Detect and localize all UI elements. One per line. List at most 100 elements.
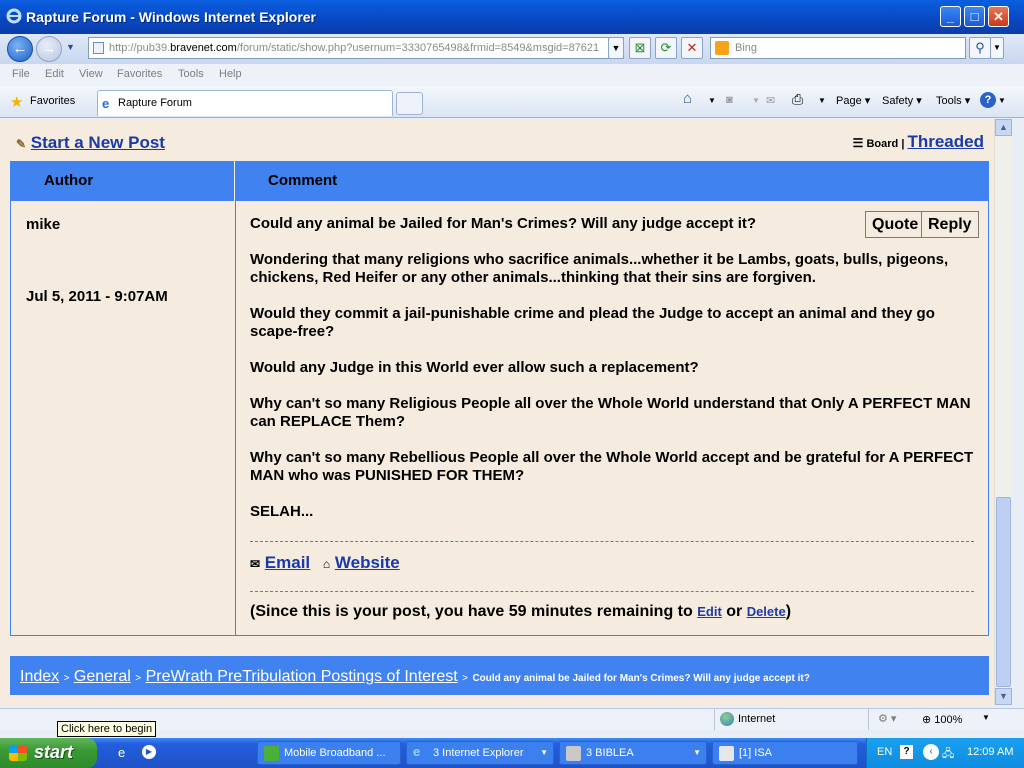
- close-button[interactable]: ✕: [988, 6, 1009, 27]
- page-icon: [93, 42, 104, 54]
- forward-button[interactable]: →: [36, 36, 62, 62]
- breadcrumb-separator: >: [63, 673, 70, 684]
- stop-icon[interactable]: ✕: [681, 37, 703, 59]
- menu-tools[interactable]: Tools: [178, 68, 204, 80]
- taskbar: start e ▶ Mobile Broadband ... e 3 Inter…: [0, 738, 1024, 768]
- header-divider: [234, 161, 235, 201]
- vertical-scrollbar[interactable]: ▲ ▼: [994, 119, 1012, 705]
- breadcrumb-general[interactable]: General: [74, 668, 131, 685]
- start-tooltip: Click here to begin: [57, 721, 157, 737]
- address-bar[interactable]: http://pub39.bravenet.com/forum/static/s…: [88, 37, 624, 59]
- search-placeholder: Bing: [735, 42, 758, 54]
- website-link[interactable]: Website: [335, 553, 400, 572]
- tools-menu[interactable]: Tools ▾: [936, 94, 970, 107]
- breadcrumb-topic: Could any animal be Jailed for Man's Cri…: [472, 673, 810, 684]
- feeds-icon[interactable]: ◙: [726, 94, 733, 106]
- recent-pages-dropdown-icon[interactable]: ▼: [66, 42, 75, 52]
- task-mobile-broadband[interactable]: Mobile Broadband ...: [257, 741, 401, 765]
- page-menu[interactable]: Page ▾: [836, 94, 870, 107]
- zoom-control[interactable]: ⊕ 100%: [922, 713, 962, 726]
- bing-icon: [715, 41, 729, 55]
- menu-view[interactable]: View: [79, 68, 103, 80]
- post-table-header: Author Comment: [10, 161, 989, 201]
- breadcrumb-separator: >: [462, 673, 468, 684]
- menu-favorites[interactable]: Favorites: [117, 68, 162, 80]
- back-button[interactable]: ←: [7, 36, 33, 62]
- security-zone: Internet: [738, 713, 776, 725]
- reply-button[interactable]: Reply: [921, 211, 979, 238]
- quick-launch-ie-icon[interactable]: e: [118, 745, 125, 760]
- protected-mode-icon[interactable]: ⚙ ▾: [878, 712, 896, 725]
- feeds-dropdown-icon[interactable]: ▼: [752, 96, 760, 105]
- task-biblea[interactable]: 3 BIBLEA ▼: [559, 741, 707, 765]
- system-tray: EN ? ‹ 🖧 12:09 AM: [866, 738, 1024, 768]
- language-help-icon[interactable]: ?: [900, 745, 913, 759]
- scroll-up-icon[interactable]: ▲: [995, 119, 1012, 136]
- post-paragraph: Why can't so many Religious People all o…: [250, 395, 971, 430]
- menu-help[interactable]: Help: [219, 68, 242, 80]
- broadband-icon: [264, 746, 279, 761]
- task-label: 3 BIBLEA: [586, 747, 634, 759]
- delete-link[interactable]: Delete: [747, 604, 786, 619]
- refresh-icon[interactable]: ⟳: [655, 37, 677, 59]
- post-author: mike: [26, 216, 61, 233]
- help-dropdown-icon[interactable]: ▼: [998, 96, 1006, 105]
- print-dropdown-icon[interactable]: ▼: [818, 96, 826, 105]
- minimize-button[interactable]: _: [940, 6, 961, 27]
- ie-task-icon: e: [413, 744, 421, 759]
- search-box[interactable]: Bing: [710, 37, 966, 59]
- breadcrumb-section[interactable]: PreWrath PreTribulation Postings of Inte…: [146, 668, 458, 685]
- edit-link[interactable]: Edit: [697, 604, 722, 619]
- address-dropdown-icon[interactable]: ▼: [608, 37, 624, 59]
- favorites-button[interactable]: Favorites: [30, 95, 75, 107]
- show-hidden-icons-icon[interactable]: ‹: [923, 744, 939, 760]
- scroll-thumb[interactable]: [996, 497, 1011, 687]
- compatibility-view-icon[interactable]: ⊠: [629, 37, 651, 59]
- new-tab-button[interactable]: [396, 92, 423, 115]
- search-options-icon[interactable]: ▼: [990, 37, 1004, 59]
- quick-launch-media-icon[interactable]: ▶: [142, 745, 156, 759]
- email-icon: ✉: [250, 557, 261, 571]
- email-link[interactable]: Email: [265, 553, 310, 572]
- quote-button[interactable]: Quote: [865, 211, 926, 238]
- task-label: Mobile Broadband ...: [284, 747, 386, 759]
- maximize-button[interactable]: □: [964, 6, 985, 27]
- print-icon[interactable]: ⎙: [792, 91, 803, 108]
- new-post-icon: ✎: [16, 137, 27, 151]
- page-menu-label: Page: [836, 95, 862, 107]
- menu-file[interactable]: File: [12, 68, 30, 80]
- start-button[interactable]: start: [0, 738, 97, 768]
- board-view-icon: ☰: [852, 136, 864, 150]
- breadcrumb: Index > General > PreWrath PreTribulatio…: [10, 656, 989, 695]
- breadcrumb-separator: >: [135, 673, 142, 684]
- help-icon[interactable]: ?: [980, 92, 996, 108]
- menu-edit[interactable]: Edit: [45, 68, 64, 80]
- start-new-post-link[interactable]: Start a New Post: [31, 133, 165, 152]
- board-view-link[interactable]: Board: [866, 138, 898, 150]
- breadcrumb-index[interactable]: Index: [20, 668, 59, 685]
- home-icon[interactable]: ⌂: [683, 90, 692, 107]
- scroll-down-icon[interactable]: ▼: [995, 688, 1012, 705]
- address-domain: bravenet.com: [170, 42, 237, 54]
- post-row: mike Jul 5, 2011 - 9:07AM Could any anim…: [10, 201, 989, 636]
- post-paragraph: Wondering that many religions who sacrif…: [250, 251, 949, 286]
- task-dropdown-icon: ▼: [540, 748, 548, 757]
- star-icon[interactable]: ★: [10, 93, 23, 111]
- task-internet-explorer[interactable]: e 3 Internet Explorer ▼: [406, 741, 554, 765]
- safety-menu[interactable]: Safety ▾: [882, 94, 922, 107]
- title-bar[interactable]: Rapture Forum - Windows Internet Explore…: [0, 0, 1024, 34]
- threaded-view-link[interactable]: Threaded: [907, 132, 984, 151]
- zoom-dropdown-icon[interactable]: ▼: [982, 713, 990, 722]
- clock[interactable]: 12:09 AM: [967, 746, 1013, 758]
- task-isa[interactable]: [1] ISA: [712, 741, 858, 765]
- language-indicator[interactable]: EN: [877, 746, 892, 758]
- view-mode-links: ☰ Board | Threaded: [853, 132, 984, 152]
- mail-icon[interactable]: ✉: [766, 94, 775, 107]
- safety-menu-label: Safety: [882, 95, 914, 107]
- search-icon[interactable]: ⚲: [969, 37, 991, 59]
- tab-rapture-forum[interactable]: e Rapture Forum: [97, 90, 393, 116]
- address-path: /forum/static/show.php?usernum=333076549…: [236, 42, 600, 54]
- home-dropdown-icon[interactable]: ▼: [708, 96, 716, 105]
- address-toolbar: ← → ▼ http://pub39.bravenet.com/forum/st…: [0, 34, 1024, 64]
- network-icon[interactable]: 🖧: [942, 745, 954, 764]
